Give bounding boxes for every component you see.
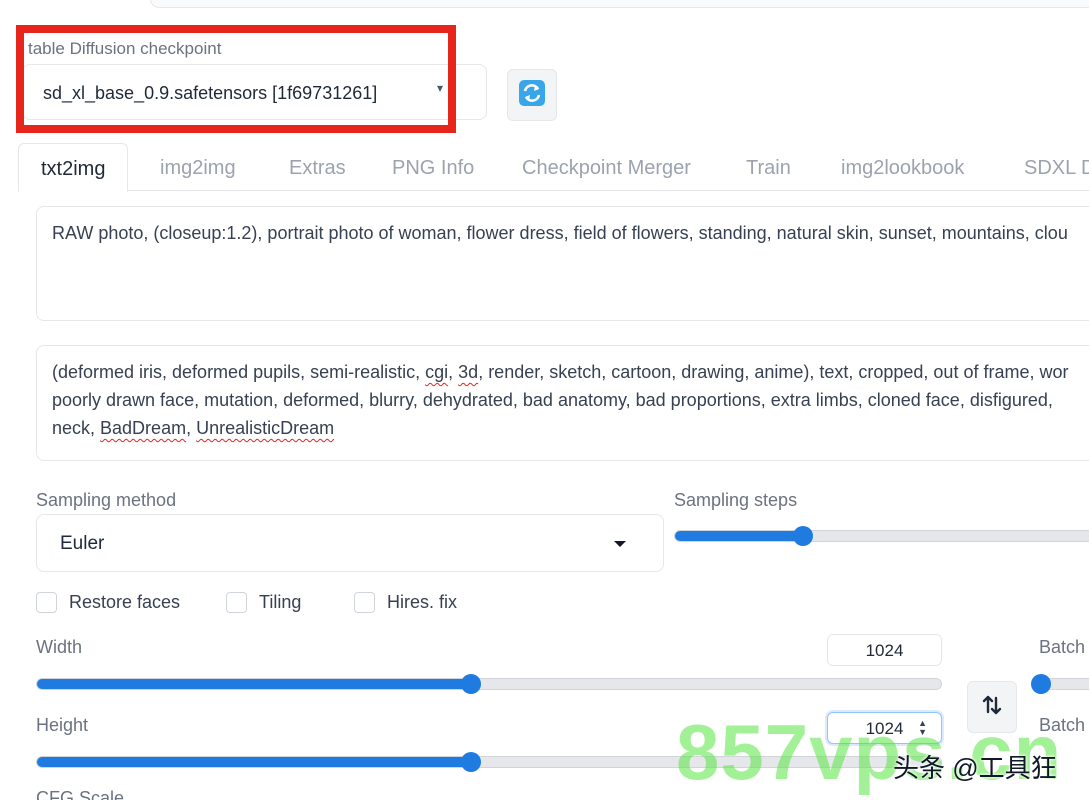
refresh-checkpoint-button[interactable] bbox=[507, 69, 557, 121]
sampling-method-value: Euler bbox=[60, 533, 105, 554]
slider-thumb[interactable] bbox=[1031, 674, 1051, 694]
slider-fill bbox=[37, 757, 471, 767]
tab-txt2img[interactable]: txt2img bbox=[18, 143, 129, 192]
tiling-option[interactable]: Tiling bbox=[226, 592, 301, 613]
tab-img2img[interactable]: img2img bbox=[160, 143, 236, 191]
tiling-checkbox[interactable] bbox=[226, 592, 247, 613]
slider-thumb[interactable] bbox=[793, 526, 814, 546]
refresh-icon bbox=[518, 79, 546, 112]
hires-fix-option[interactable]: Hires. fix bbox=[354, 592, 457, 613]
negative-prompt-line-3: neck, BadDream, UnrealisticDream bbox=[52, 418, 335, 438]
batch-count-slider[interactable] bbox=[1031, 674, 1089, 694]
hires-fix-checkbox[interactable] bbox=[354, 592, 375, 613]
checkpoint-select[interactable]: sd_xl_base_0.9.safetensors [1f69731261] … bbox=[22, 64, 487, 120]
tab-train[interactable]: Train bbox=[746, 143, 791, 191]
top-bar-pill bbox=[150, 0, 1089, 8]
checkpoint-value: sd_xl_base_0.9.safetensors [1f69731261] bbox=[43, 83, 378, 103]
slider-fill bbox=[675, 531, 804, 541]
sampling-method-label: Sampling method bbox=[36, 490, 177, 510]
sampling-method-select[interactable]: Euler bbox=[36, 514, 664, 572]
width-label: Width bbox=[36, 637, 83, 657]
tab-extras[interactable]: Extras bbox=[289, 143, 346, 191]
negative-prompt-line-1: (deformed iris, deformed pupils, semi-re… bbox=[52, 362, 1069, 382]
prompt-text: RAW photo, (closeup:1.2), portrait photo… bbox=[52, 223, 1068, 243]
slider-thumb[interactable] bbox=[460, 674, 481, 694]
checkpoint-label: table Diffusion checkpoint bbox=[28, 39, 222, 58]
sampling-steps-slider[interactable] bbox=[674, 526, 1089, 546]
restore-faces-checkbox[interactable] bbox=[36, 592, 57, 613]
hires-fix-label: Hires. fix bbox=[387, 592, 458, 612]
prompt-textarea[interactable]: RAW photo, (closeup:1.2), portrait photo… bbox=[36, 206, 1089, 321]
batch-count-label: Batch bbox=[1039, 637, 1086, 657]
tab-bar: txt2img img2img Extras PNG Info Checkpoi… bbox=[18, 143, 1089, 192]
cfg-scale-label: CFG Scale bbox=[36, 788, 125, 800]
tab-png-info[interactable]: PNG Info bbox=[392, 143, 474, 191]
tab-checkpoint-merger[interactable]: Checkpoint Merger bbox=[522, 143, 691, 191]
width-number-input[interactable]: 1024 bbox=[827, 634, 942, 666]
sampling-steps-label: Sampling steps bbox=[674, 490, 798, 510]
tab-img2lookbook[interactable]: img2lookbook bbox=[841, 143, 964, 191]
caret-down-icon bbox=[614, 541, 626, 547]
slider-thumb[interactable] bbox=[460, 752, 481, 772]
height-label: Height bbox=[36, 715, 89, 735]
restore-faces-option[interactable]: Restore faces bbox=[36, 592, 180, 613]
tiling-label: Tiling bbox=[259, 592, 302, 612]
restore-faces-label: Restore faces bbox=[69, 592, 181, 612]
watermark-subtext: 头条 @工具狂 bbox=[893, 753, 1057, 783]
chevron-down-icon: ▾ bbox=[437, 81, 444, 95]
tab-sdxl[interactable]: SDXL D bbox=[1024, 143, 1089, 191]
top-bar bbox=[0, 0, 1089, 12]
negative-prompt-line-2: poorly drawn face, mutation, deformed, b… bbox=[52, 390, 1053, 410]
slider-fill bbox=[37, 679, 471, 689]
width-slider[interactable] bbox=[36, 674, 942, 694]
negative-prompt-textarea[interactable]: (deformed iris, deformed pupils, semi-re… bbox=[36, 345, 1089, 461]
